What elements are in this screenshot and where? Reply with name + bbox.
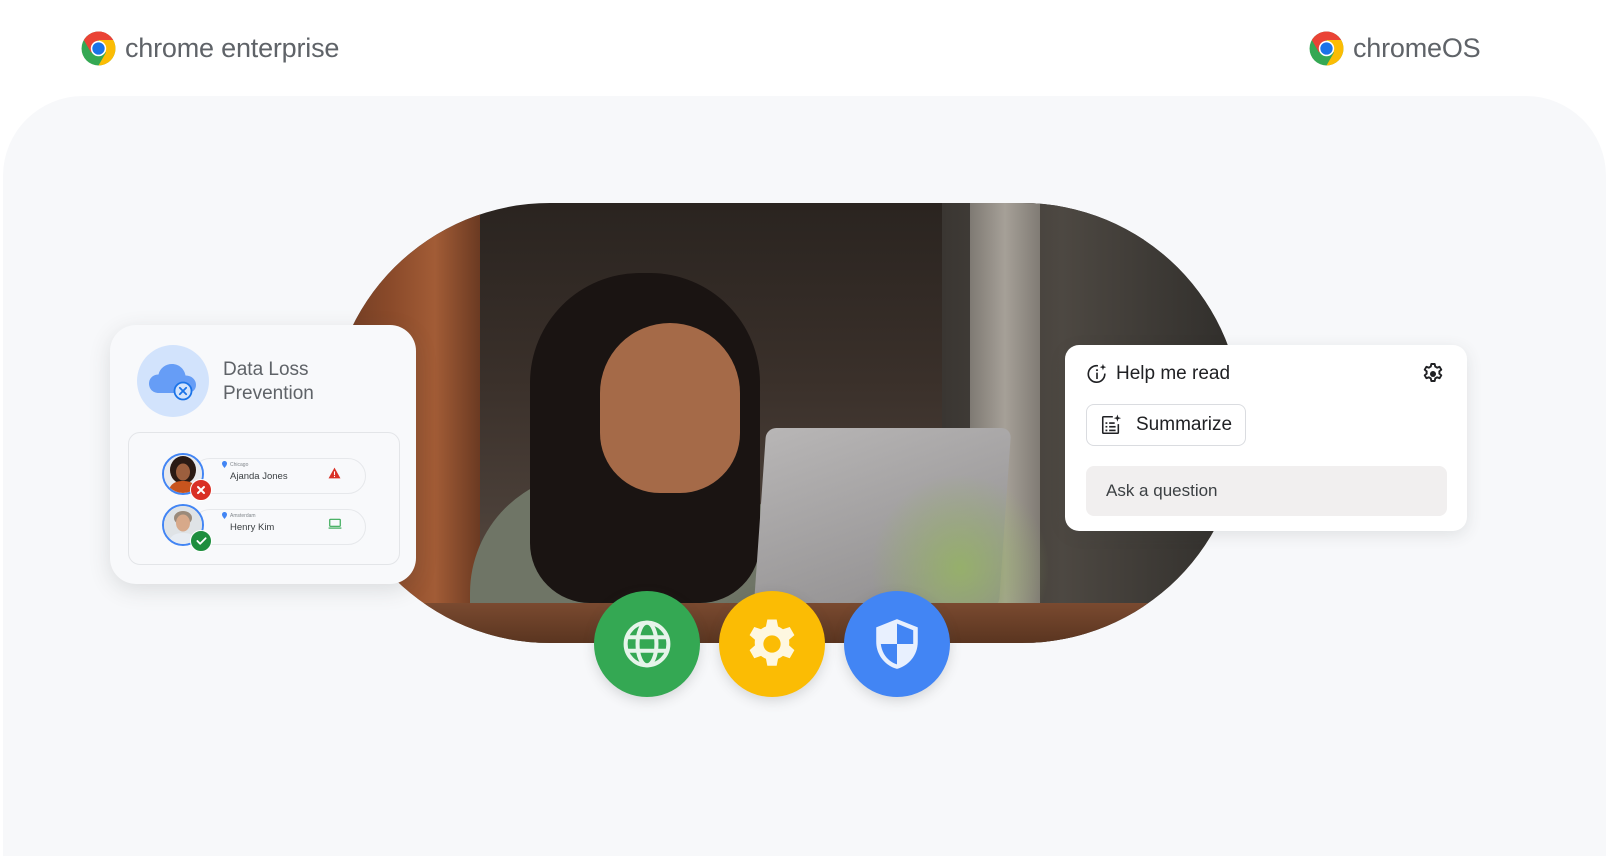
user-name: Ajanda Jones	[230, 471, 288, 482]
user-location: Amsterdam	[222, 512, 256, 519]
data-loss-prevention-card: Data Loss Prevention Chicago Ajanda Jone…	[110, 325, 416, 584]
chromeos-logo[interactable]: chromeOS	[1308, 30, 1481, 67]
info-sparkle-icon	[1087, 363, 1107, 383]
list-item[interactable]: Amsterdam Henry Kim	[162, 504, 367, 552]
list-item[interactable]: Chicago Ajanda Jones	[162, 453, 367, 501]
chrome-logo-icon	[1309, 31, 1344, 66]
logo-text: chromeOS	[1353, 33, 1481, 63]
settings-button[interactable]	[1421, 362, 1445, 391]
summarize-sparkle-icon	[1101, 414, 1122, 435]
gear-icon	[1423, 363, 1443, 382]
user-name: Henry Kim	[230, 522, 275, 533]
settings-feature-button[interactable]	[719, 591, 825, 697]
check-icon	[190, 530, 212, 552]
cloud-blocked-icon	[137, 345, 209, 417]
card-title: Help me read	[1116, 363, 1231, 384]
user-location: Chicago	[222, 461, 248, 468]
globe-feature-button[interactable]	[594, 591, 700, 697]
chrome-enterprise-logo[interactable]: chrome enterprise	[80, 30, 339, 67]
x-icon	[190, 479, 212, 501]
security-feature-button[interactable]	[844, 591, 950, 697]
gear-icon	[749, 619, 795, 666]
globe-icon	[623, 620, 671, 668]
summarize-label: Summarize	[1136, 414, 1233, 435]
laptop-icon	[328, 517, 342, 535]
warning-icon	[328, 466, 341, 484]
summarize-button[interactable]: Summarize	[1086, 404, 1246, 446]
logo-text: chrome enterprise	[125, 33, 340, 63]
chrome-logo-icon	[81, 31, 116, 66]
help-me-read-card: Help me read Summarize	[1065, 345, 1467, 531]
ask-question-input[interactable]	[1086, 466, 1447, 516]
location-pin-icon	[222, 461, 227, 468]
card-title: Data Loss Prevention	[223, 359, 314, 404]
photo-woman-face	[600, 323, 740, 493]
card-header: Help me read	[1086, 363, 1230, 385]
user-list: Chicago Ajanda Jones Amsterdam Henry Kim	[128, 432, 400, 565]
shield-icon	[876, 619, 918, 669]
location-pin-icon	[222, 512, 227, 519]
